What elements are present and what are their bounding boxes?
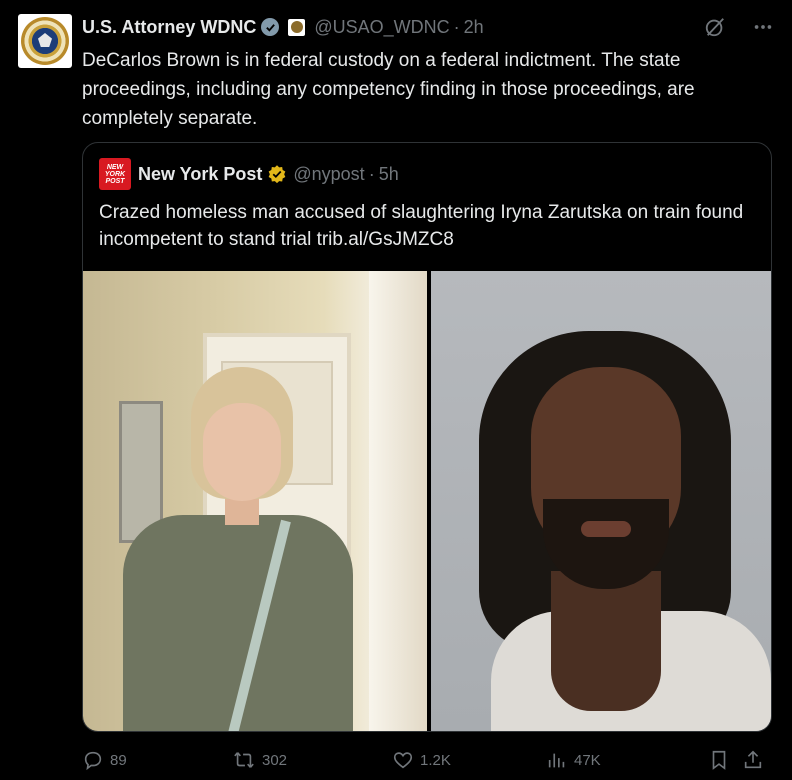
more-icon[interactable] <box>752 16 774 38</box>
separator-dot: · <box>368 163 375 184</box>
share-icon <box>744 750 762 769</box>
author-avatar[interactable] <box>18 14 72 68</box>
author-handle[interactable]: @USAO_WDNC <box>314 17 449 38</box>
share-button[interactable] <box>742 749 764 771</box>
author-name[interactable]: U.S. Attorney WDNC <box>82 17 256 38</box>
person-neck <box>551 571 661 711</box>
reply-count: 89 <box>110 751 127 769</box>
reply-button[interactable]: 89 <box>82 749 232 771</box>
views-icon <box>548 753 565 768</box>
like-button[interactable]: 1.2K <box>392 749 546 771</box>
views-button[interactable]: 47K <box>546 749 708 771</box>
gray-verified-badge-icon[interactable] <box>261 18 280 36</box>
quoted-author-name[interactable]: New York Post <box>138 164 262 185</box>
views-count: 47K <box>574 751 601 769</box>
grok-icon[interactable] <box>704 16 726 38</box>
quoted-post-header: NEW YORK POST New York Post @nypost · 5h <box>99 158 399 190</box>
person-mouth <box>581 521 631 537</box>
quoted-post-media <box>83 271 771 731</box>
doj-affiliate-badge-icon[interactable] <box>288 18 306 36</box>
repost-count: 302 <box>262 751 288 769</box>
bookmark-button[interactable] <box>708 749 742 771</box>
like-count: 1.2K <box>420 751 451 769</box>
doj-seal-icon <box>21 17 69 65</box>
nypost-logo[interactable]: NEW YORK POST <box>99 158 131 190</box>
person-face <box>203 403 281 501</box>
post-timestamp[interactable]: 2h <box>464 17 484 38</box>
door-frame <box>369 271 427 731</box>
quoted-post-text: Crazed homeless man accused of slaughter… <box>99 202 744 250</box>
quoted-post-timestamp[interactable]: 5h <box>379 164 399 185</box>
post-action-bar: 89 302 1.2K 47K <box>82 742 772 778</box>
post-text: DeCarlos Brown is in federal custody on … <box>82 50 695 129</box>
bookmark-icon <box>712 750 726 770</box>
like-icon <box>393 752 413 769</box>
gold-verified-badge-icon[interactable] <box>267 164 287 184</box>
media-photo-mugshot[interactable] <box>431 271 771 731</box>
quoted-post-card[interactable]: NEW YORK POST New York Post @nypost · 5h… <box>82 142 772 732</box>
repost-icon <box>234 752 254 768</box>
quoted-author-handle[interactable]: @nypost <box>293 164 364 185</box>
separator-dot: · <box>453 16 460 37</box>
repost-button[interactable]: 302 <box>232 749 392 771</box>
media-photo-woman[interactable] <box>83 271 427 731</box>
reply-icon <box>84 751 102 771</box>
post-header: U.S. Attorney WDNC @USAO_WDNC · 2h <box>82 14 774 40</box>
